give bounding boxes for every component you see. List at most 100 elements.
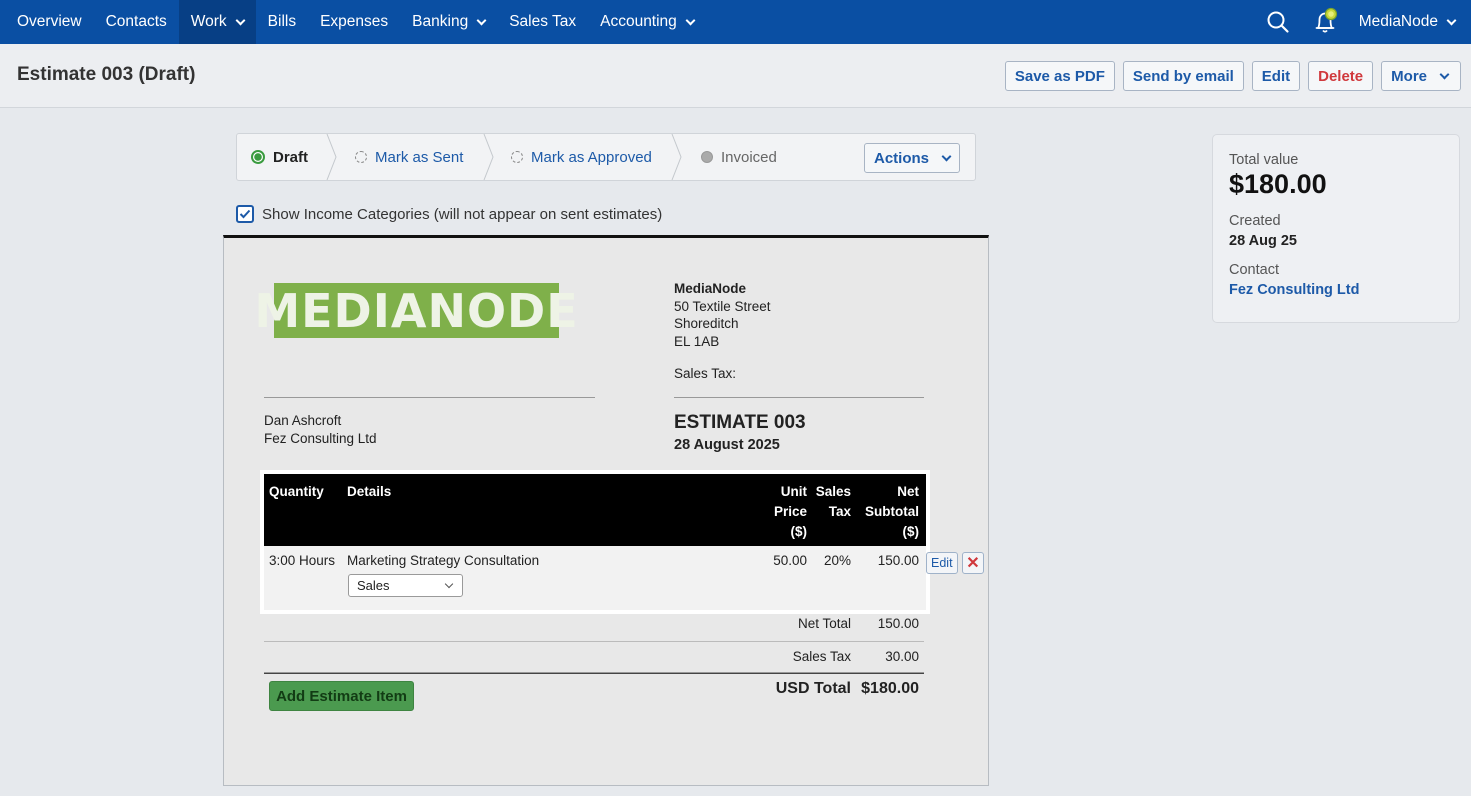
col-net-subtotal-line: Net: [897, 484, 919, 499]
nav-contacts-label: Contacts: [105, 13, 167, 30]
divider: [264, 641, 924, 642]
income-category-value: Sales: [357, 578, 390, 593]
chevron-down-icon: [941, 151, 952, 161]
divider: [264, 397, 595, 398]
step-mark-as-approved[interactable]: Mark as Approved: [511, 134, 652, 180]
pending-status-icon: [511, 151, 523, 163]
nav-work[interactable]: Work: [178, 0, 256, 44]
user-name: MediaNode: [1358, 13, 1438, 30]
sales-tax-total-value: 30.00: [885, 649, 919, 664]
row-sales-tax: 20%: [823, 553, 851, 568]
search-icon[interactable]: [1263, 7, 1293, 37]
step-separator: [483, 134, 494, 180]
step-mark-as-approved-label: Mark as Approved: [531, 148, 652, 166]
contact-link[interactable]: Fez Consulting Ltd: [1229, 282, 1443, 298]
step-mark-as-sent[interactable]: Mark as Sent: [355, 134, 463, 180]
status-bar: Draft Mark as Sent Mark as Approved Invo…: [236, 133, 976, 181]
nav-banking-label: Banking: [412, 13, 469, 30]
address-line: EL 1AB: [674, 333, 720, 349]
add-estimate-item-button[interactable]: Add Estimate Item: [269, 681, 414, 711]
bell-icon[interactable]: [1311, 7, 1341, 37]
edit-button[interactable]: Edit: [1251, 61, 1301, 91]
summary-card: Total value $180.00 Created 28 Aug 25 Co…: [1212, 134, 1460, 323]
col-sales-tax-line: Tax: [828, 504, 851, 519]
row-edit-button[interactable]: Edit: [926, 552, 958, 574]
nav-expenses[interactable]: Expenses: [308, 0, 400, 44]
row-net-subtotal: 150.00: [877, 553, 919, 568]
step-draft: Draft: [251, 134, 308, 180]
nav-contacts[interactable]: Contacts: [94, 0, 179, 44]
table-row: 3:00 Hours Marketing Strategy Consultati…: [264, 546, 926, 610]
divider: [264, 673, 924, 674]
nav-bills[interactable]: Bills: [256, 0, 308, 44]
nav-expenses-label: Expenses: [320, 13, 389, 30]
col-unit-price-line: Unit: [780, 484, 807, 499]
company-logo: MEDIANODE: [254, 283, 578, 338]
page-title: Estimate 003 (Draft): [17, 64, 196, 85]
company-address: MediaNode 50 Textile Street Shoreditch E…: [674, 280, 771, 383]
nav-accounting-label: Accounting: [600, 13, 677, 30]
inactive-status-icon: [701, 151, 713, 163]
estimate-document: MEDIANODE MediaNode 50 Textile Street Sh…: [223, 235, 989, 786]
save-as-pdf-button[interactable]: Save as PDF: [1004, 61, 1115, 91]
grand-total-value: $180.00: [861, 680, 919, 697]
nav-overview[interactable]: Overview: [0, 0, 94, 44]
sales-tax-label: Sales Tax:: [674, 366, 737, 381]
step-separator: [326, 134, 337, 180]
col-unit-price-line: ($): [790, 524, 808, 539]
step-invoiced-label: Invoiced: [721, 148, 777, 166]
total-value-label: Total value: [1229, 152, 1299, 168]
nav-bills-label: Bills: [267, 13, 297, 30]
estimate-title: ESTIMATE 003: [674, 412, 806, 433]
actions-button[interactable]: Actions: [864, 143, 960, 173]
estimate-date: 28 August 2025: [674, 437, 780, 453]
col-unit-price: Unit Price ($): [769, 482, 807, 542]
more-button-label: More: [1391, 67, 1427, 85]
chevron-down-icon: [235, 15, 246, 25]
created-date: 28 Aug 25: [1229, 233, 1297, 249]
income-category-select[interactable]: Sales: [348, 574, 463, 597]
net-total-label: Net Total: [797, 616, 851, 631]
user-menu[interactable]: MediaNode: [1359, 13, 1471, 31]
contact-label: Contact: [1229, 262, 1279, 278]
sales-tax-total-label: Sales Tax: [792, 649, 851, 664]
row-delete-button[interactable]: ✕: [962, 552, 984, 574]
close-icon: ✕: [966, 555, 980, 572]
logo-text: MEDIANODE: [254, 283, 579, 338]
income-categories-label: Show Income Categories (will not appear …: [262, 205, 663, 223]
col-details: Details: [347, 484, 392, 499]
page-header: Estimate 003 (Draft) Save as PDF Send by…: [0, 44, 1471, 108]
address-line: Shoreditch: [674, 316, 739, 331]
total-value: $180.00: [1229, 169, 1327, 199]
company-name: MediaNode: [674, 281, 747, 296]
chevron-down-icon: [1439, 69, 1450, 79]
grand-total-label: USD Total: [775, 680, 851, 697]
col-net-subtotal-line: Subtotal: [865, 504, 919, 519]
nav-right: MediaNode: [1263, 0, 1471, 44]
table-header: Quantity Details Unit Price ($) Sales Ta…: [264, 474, 926, 546]
client-name: Dan Ashcroft: [264, 413, 342, 428]
col-sales-tax-line: Sales: [815, 484, 851, 499]
delete-button[interactable]: Delete: [1308, 61, 1374, 91]
client-details: Dan Ashcroft Fez Consulting Ltd: [264, 412, 377, 448]
line-items-table: Quantity Details Unit Price ($) Sales Ta…: [260, 470, 930, 614]
client-company: Fez Consulting Ltd: [264, 431, 377, 446]
col-net-subtotal-line: ($): [902, 524, 920, 539]
top-nav: Overview Contacts Work Bills Expenses Ba…: [0, 0, 1471, 44]
checkmark-icon: [239, 209, 251, 219]
col-quantity: Quantity: [269, 484, 324, 499]
income-categories-checkbox[interactable]: [236, 205, 254, 223]
step-invoiced: Invoiced: [701, 134, 777, 180]
income-categories-toggle[interactable]: Show Income Categories (will not appear …: [236, 205, 662, 223]
col-net-subtotal: Net Subtotal ($): [859, 482, 919, 542]
nav-overview-label: Overview: [17, 13, 82, 30]
pending-status-icon: [355, 151, 367, 163]
nav-work-label: Work: [190, 13, 227, 30]
net-total-value: 150.00: [877, 616, 919, 631]
nav-banking[interactable]: Banking: [400, 0, 497, 44]
nav-accounting[interactable]: Accounting: [588, 0, 706, 44]
nav-sales-tax[interactable]: Sales Tax: [497, 0, 588, 44]
send-by-email-button[interactable]: Send by email: [1122, 61, 1244, 91]
step-draft-label: Draft: [273, 148, 309, 166]
more-button[interactable]: More: [1381, 61, 1461, 91]
